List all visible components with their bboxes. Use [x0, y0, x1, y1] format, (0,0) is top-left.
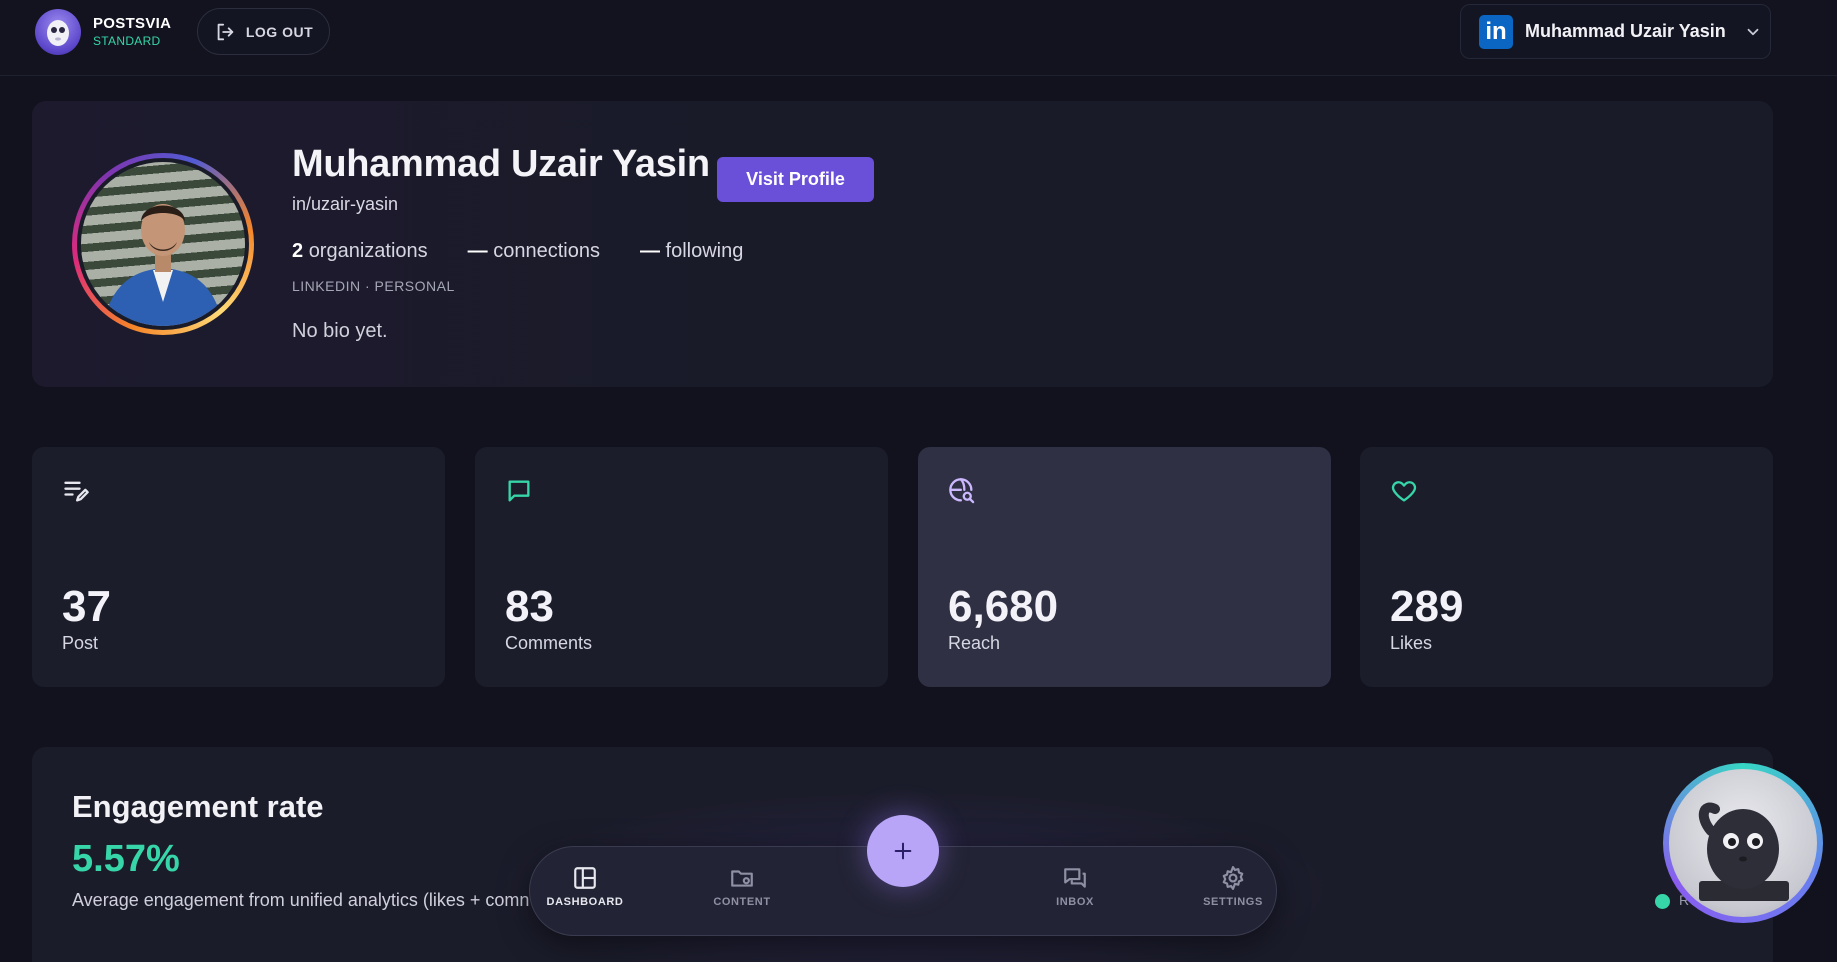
assistant-status-dot — [1655, 894, 1670, 909]
metric-card-posts[interactable]: 37 Post — [32, 447, 445, 687]
nav-content[interactable]: CONTENT — [687, 865, 797, 908]
following-label: following — [665, 240, 744, 262]
organizations-stat[interactable]: 2 organizations — [292, 240, 428, 263]
metric-value: 37 — [62, 582, 111, 631]
connections-count: — — [467, 240, 488, 262]
profile-card: Muhammad Uzair Yasin Visit Profile in/uz… — [32, 101, 1773, 387]
profile-bio: No bio yet. — [292, 320, 388, 342]
heart-icon — [1391, 481, 1417, 502]
logout-button[interactable]: LOG OUT — [197, 8, 330, 55]
logout-icon — [217, 23, 234, 40]
account-switcher[interactable]: in Muhammad Uzair Yasin — [1460, 4, 1771, 59]
create-post-button[interactable] — [867, 815, 939, 887]
nav-inbox[interactable]: INBOX — [1020, 865, 1130, 908]
nav-label: INBOX — [1056, 896, 1094, 908]
metric-label: Comments — [505, 633, 593, 653]
metric-value: 83 — [505, 582, 554, 631]
brand-tier: STANDARD — [93, 34, 161, 49]
engagement-description: Average engagement from unified analytic… — [72, 890, 530, 910]
metric-card-likes[interactable]: 289 Likes — [1360, 447, 1773, 687]
nav-label: DASHBOARD — [546, 896, 624, 908]
visit-profile-button[interactable]: Visit Profile — [717, 157, 874, 202]
engagement-title: Engagement rate — [72, 789, 324, 824]
engagement-value: 5.57% — [72, 838, 180, 880]
top-bar: POSTSVIA STANDARD LOG OUT in Muhammad Uz… — [0, 0, 1837, 76]
metric-value: 289 — [1390, 582, 1464, 631]
organizations-label: organizations — [308, 240, 428, 262]
comment-icon — [508, 480, 530, 502]
assistant-mascot-icon — [1669, 769, 1817, 917]
inbox-icon — [1064, 868, 1086, 888]
linkedin-icon: in — [1479, 14, 1513, 49]
assistant-button[interactable] — [1663, 763, 1823, 923]
nav-label: CONTENT — [713, 896, 771, 908]
metric-label: Post — [62, 633, 99, 653]
metric-label: Reach — [948, 633, 1001, 653]
brand-name: POSTSVIA — [93, 14, 172, 32]
content-folder-icon — [731, 870, 753, 887]
account-name: Muhammad Uzair Yasin — [1525, 21, 1726, 41]
profile-platform: LINKEDIN · PERSONAL — [292, 278, 455, 294]
chevron-down-icon — [1747, 28, 1759, 35]
metric-card-comments[interactable]: 83 Comments — [475, 447, 888, 687]
metric-value: 6,680 — [948, 582, 1059, 631]
profile-photo — [81, 162, 245, 326]
settings-gear-icon — [1222, 866, 1244, 890]
brand-mascot-icon — [35, 9, 81, 55]
nav-settings[interactable]: SETTINGS — [1178, 865, 1288, 908]
profile-handle: in/uzair-yasin — [292, 194, 399, 214]
reach-search-icon — [949, 478, 975, 504]
following-stat: — following — [640, 240, 743, 263]
following-count: — — [639, 240, 660, 262]
nav-dashboard[interactable]: DASHBOARD — [530, 865, 640, 908]
logout-label: LOG OUT — [245, 23, 314, 40]
nav-label: SETTINGS — [1203, 896, 1263, 908]
brand[interactable]: POSTSVIA STANDARD — [35, 9, 171, 55]
metric-card-reach[interactable]: 6,680 Reach — [918, 447, 1331, 687]
metric-label: Likes — [1390, 633, 1433, 653]
dashboard-icon — [574, 867, 596, 889]
connections-stat: — connections — [468, 240, 600, 263]
organizations-count: 2 — [292, 240, 304, 262]
profile-stats: 2 organizations — connections — followin… — [292, 240, 783, 263]
profile-name: Muhammad Uzair Yasin — [292, 143, 710, 185]
post-edit-icon — [64, 481, 89, 502]
profile-avatar — [72, 153, 254, 335]
connections-label: connections — [493, 240, 600, 262]
plus-icon — [894, 842, 912, 860]
